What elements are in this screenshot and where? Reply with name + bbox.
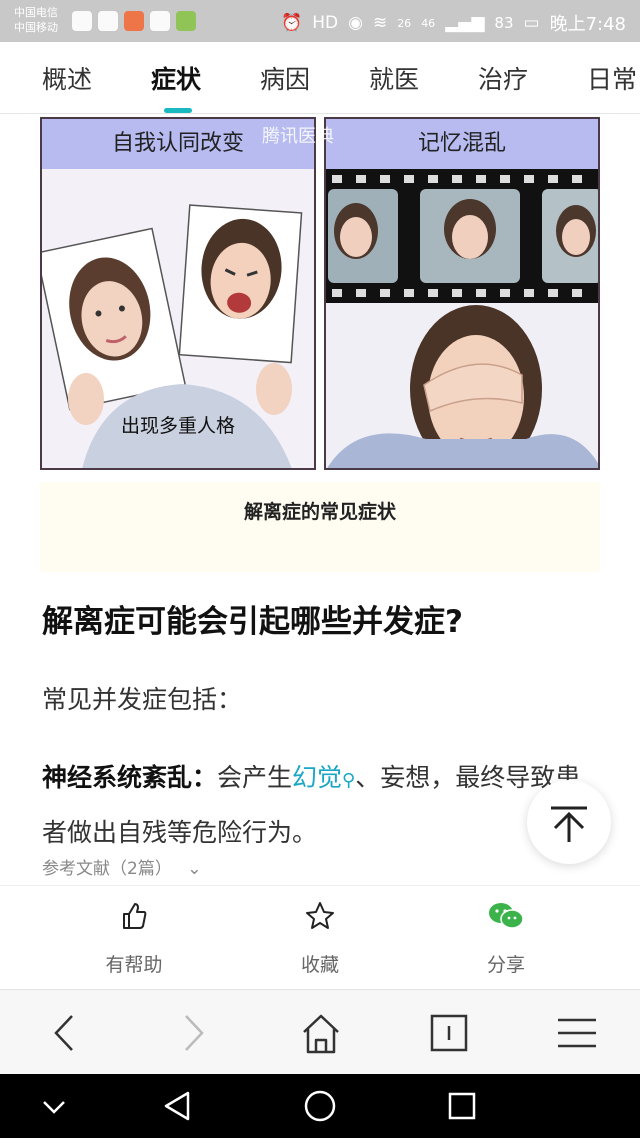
article-actions: 有帮助 收藏 分享 (0, 885, 640, 989)
carrier-1: 中国电信 (14, 6, 58, 19)
share-button[interactable]: 分享 (446, 900, 566, 977)
hide-nav-button[interactable] (36, 1088, 72, 1124)
back-to-top-button[interactable] (527, 780, 611, 864)
system-home-button[interactable] (302, 1088, 338, 1124)
carrier-2: 中国移动 (14, 21, 58, 34)
section-heading: 解离症可能会引起哪些并发症? (42, 604, 463, 640)
weather-icon (72, 11, 92, 31)
tab-causes[interactable]: 病因 (260, 60, 310, 96)
home-icon (303, 1014, 339, 1054)
status-right: ⏰ HD ◉ ≋ 26 46 ▂▄▆ 83 ▭ 晚上7:48 (281, 10, 626, 36)
active-tab-indicator (164, 108, 192, 113)
eye-icon: ◉ (348, 13, 363, 33)
panel-caption: 出现多重人格 (120, 415, 235, 437)
tabs-icon (430, 1014, 468, 1052)
signal-icon: ▂▄▆ (445, 13, 485, 33)
network-1: 26 (397, 16, 412, 30)
illustration-panel-identity: 自我认同改变 出现多重人格 (40, 117, 316, 470)
battery-percent: 83 (494, 14, 514, 32)
system-recents-button[interactable] (444, 1088, 480, 1124)
carrier-info: 中国电信 中国移动 (14, 5, 58, 35)
back-button[interactable] (40, 1010, 90, 1056)
tab-treatment[interactable]: 治疗 (478, 60, 528, 96)
section-tabs: 概述 症状 病因 就医 治疗 日常 (0, 42, 640, 114)
app-notification-icon (124, 11, 144, 31)
figure-caption: 解离症的常见症状 (243, 501, 396, 523)
browser-toolbar (0, 989, 640, 1074)
search-icon[interactable]: ⚲ (342, 770, 355, 791)
helpful-label: 有帮助 (105, 954, 163, 976)
watermark: 腾讯医典 (262, 126, 334, 147)
thumbs-up-icon (123, 903, 147, 929)
complication-title: 神经系统紊乱： (42, 763, 218, 792)
panel-title: 记忆混乱 (326, 119, 598, 169)
wechat-icon (489, 903, 524, 929)
chevron-down-icon: ⌄ (187, 859, 202, 879)
cloud-icon (150, 11, 170, 31)
intro-text: 常见并发症包括： (42, 685, 243, 714)
battery-icon: ▭ (523, 13, 540, 33)
illustration-panel-memory: 记忆混乱 (324, 117, 600, 470)
notification-icons (72, 11, 196, 31)
home-button[interactable] (296, 1010, 346, 1056)
square-recents-icon (448, 1092, 476, 1120)
network-2: 46 (421, 16, 436, 30)
app-notification-icon (176, 11, 196, 31)
references-toggle[interactable]: 参考文献（2篇） ⌄ (42, 854, 201, 879)
favorite-button[interactable]: 收藏 (260, 900, 380, 977)
forward-button[interactable] (168, 1010, 218, 1056)
triangle-back-icon (164, 1091, 190, 1121)
tab-overview[interactable]: 概述 (42, 60, 92, 96)
favorite-label: 收藏 (300, 954, 339, 976)
memory-illustration (326, 169, 598, 468)
system-navigation-bar (0, 1074, 640, 1138)
arrow-up-icon (551, 806, 587, 842)
circle-home-icon (304, 1090, 336, 1122)
complication-item: 神经系统紊乱：会产生幻觉⚲、妄想，最终导致患者做出自残等危险行为。 (42, 752, 602, 859)
tabs-button[interactable] (424, 1010, 474, 1056)
references-label: 参考文献（2篇） (42, 859, 172, 879)
wifi-icon: ≋ (372, 13, 388, 33)
complication-text: 会产生 (217, 763, 293, 792)
clock: 晚上7:48 (549, 14, 626, 35)
tab-symptoms[interactable]: 症状 (151, 60, 201, 96)
status-bar: 中国电信 中国移动 ⏰ HD ◉ ≋ 26 46 ▂▄▆ 83 ▭ 晚上7:48 (0, 0, 640, 42)
share-label: 分享 (486, 954, 525, 976)
tab-visit-doctor[interactable]: 就医 (369, 60, 419, 96)
app-notification-icon (98, 11, 118, 31)
hallucination-link[interactable]: 幻觉 (292, 763, 342, 792)
menu-button[interactable] (552, 1010, 602, 1056)
caption-background (40, 482, 600, 572)
hd-icon: HD (312, 13, 339, 33)
menu-icon (558, 1018, 596, 1048)
system-back-button[interactable] (160, 1088, 196, 1124)
chevron-right-icon (185, 1015, 204, 1051)
chevron-left-icon (54, 1015, 73, 1051)
helpful-button[interactable]: 有帮助 (74, 900, 194, 977)
chevron-down-icon (43, 1101, 65, 1114)
tab-daily[interactable]: 日常 (587, 60, 637, 96)
star-icon (306, 902, 334, 929)
alarm-icon: ⏰ (281, 13, 303, 33)
